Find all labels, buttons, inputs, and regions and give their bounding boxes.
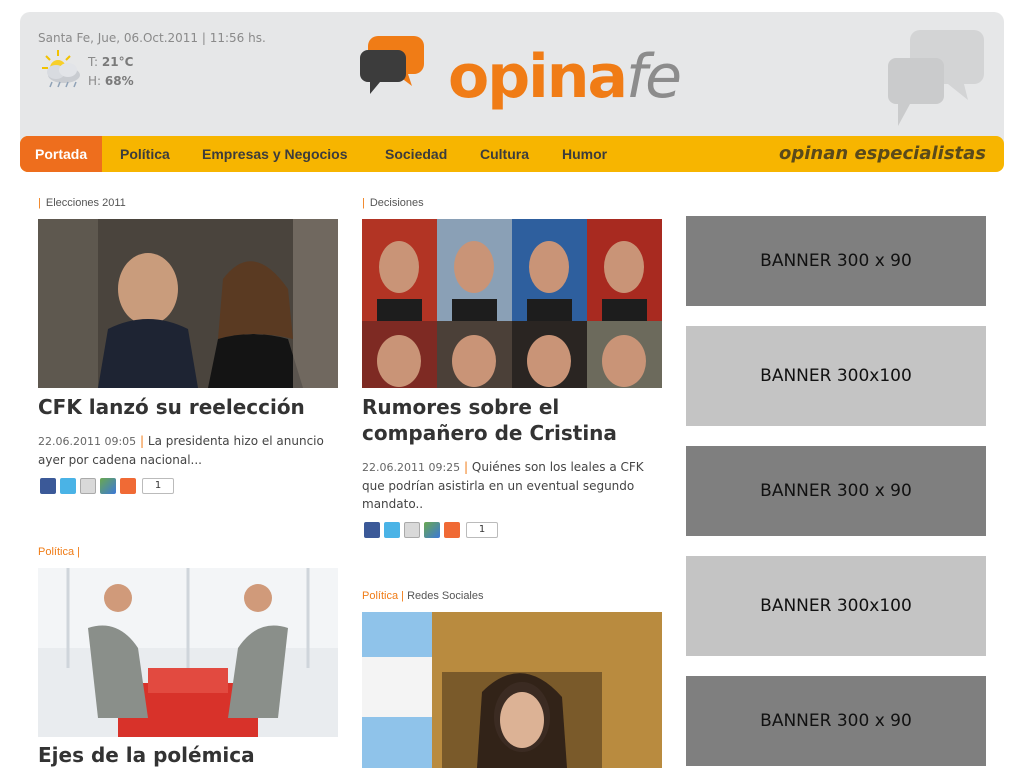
article-tag[interactable]: | Decisiones — [362, 197, 424, 209]
article-summary: 22.06.2011 09:05 | La presidenta hizo el… — [38, 432, 338, 469]
summary-separator: | — [140, 434, 145, 448]
tag-category: Política — [38, 546, 75, 558]
tag-label: Decisiones — [369, 197, 424, 209]
tag-category: Política — [362, 590, 399, 602]
weather-cloudy-sun-icon — [42, 50, 80, 88]
decorative-speech-bubbles-icon — [888, 30, 984, 126]
article-tag[interactable]: Política | Redes Sociales — [362, 590, 484, 602]
logo-opina: opina — [448, 42, 628, 112]
photo-cfk-applause — [38, 219, 338, 388]
bookmark-icon[interactable] — [100, 478, 116, 494]
email-icon[interactable] — [404, 522, 420, 538]
bookmark-icon[interactable] — [424, 522, 440, 538]
humidity-label: H: — [88, 74, 102, 88]
tag-separator: | — [362, 197, 365, 209]
nav-humor[interactable]: Humor — [562, 136, 607, 172]
article-tag[interactable]: Política | — [38, 546, 80, 558]
article-headline[interactable]: Ejes de la polémica — [38, 742, 338, 768]
logo-wordmark: opinafe — [448, 42, 682, 112]
weather-readout: T: 21°C H: 68% — [88, 53, 134, 91]
twitter-icon[interactable] — [384, 522, 400, 538]
photo-candidates-grid — [362, 219, 662, 388]
nav-cultura[interactable]: Cultura — [480, 136, 529, 172]
article-photo[interactable] — [362, 219, 662, 388]
summary-separator: | — [464, 460, 469, 474]
opinan-especialistas-link[interactable]: opinan especialistas — [779, 136, 986, 172]
temp-value: 21°C — [101, 55, 134, 69]
article-headline[interactable]: CFK lanzó su reelección — [38, 394, 338, 420]
main-nav: Portada Política Empresas y Negocios Soc… — [20, 136, 1004, 172]
nav-politica[interactable]: Política — [120, 136, 170, 172]
share-bar: 1 — [40, 478, 174, 494]
email-icon[interactable] — [80, 478, 96, 494]
article-headline[interactable]: Rumores sobre el compañero de Cristina — [362, 394, 672, 446]
article-photo[interactable] — [38, 219, 338, 388]
temp-label: T: — [88, 55, 99, 69]
article-photo[interactable] — [38, 568, 338, 737]
site-header: Santa Fe, Jue, 06.Oct.2011 | 11:56 hs. T… — [20, 12, 1004, 172]
ad-banner[interactable]: BANNER 300 x 90 — [686, 446, 986, 536]
ad-banner[interactable]: BANNER 300x100 — [686, 556, 986, 656]
photo-mirrored-man — [38, 568, 338, 737]
share-counter: 1 — [466, 522, 498, 538]
share-plus-icon[interactable] — [444, 522, 460, 538]
tag-label: Elecciones 2011 — [45, 197, 126, 209]
article-tag[interactable]: | Elecciones 2011 — [38, 197, 126, 209]
share-counter: 1 — [142, 478, 174, 494]
tag-label: Redes Sociales — [407, 590, 484, 602]
tag-separator: | — [401, 590, 404, 602]
photo-cfk-flag — [362, 612, 662, 768]
ad-banner[interactable]: BANNER 300 x 90 — [686, 676, 986, 766]
nav-sociedad[interactable]: Sociedad — [385, 136, 447, 172]
share-bar: 1 — [364, 522, 498, 538]
logo-fe: fe — [625, 42, 682, 112]
humidity-value: 68% — [104, 74, 134, 88]
share-plus-icon[interactable] — [120, 478, 136, 494]
ad-banner[interactable]: BANNER 300 x 90 — [686, 216, 986, 306]
tag-separator: | — [38, 197, 41, 209]
twitter-icon[interactable] — [60, 478, 76, 494]
logo-bubbles-icon — [360, 36, 424, 94]
tag-separator: | — [77, 546, 80, 558]
facebook-icon[interactable] — [40, 478, 56, 494]
nav-portada[interactable]: Portada — [20, 136, 103, 172]
article-timestamp: 22.06.2011 09:05 — [38, 435, 137, 448]
article-photo[interactable] — [362, 612, 662, 768]
dateline: Santa Fe, Jue, 06.Oct.2011 | 11:56 hs. — [38, 31, 266, 45]
facebook-icon[interactable] — [364, 522, 380, 538]
ad-banner[interactable]: BANNER 300x100 — [686, 326, 986, 426]
nav-empresas-negocios[interactable]: Empresas y Negocios — [202, 136, 348, 172]
site-logo[interactable]: opinafe — [360, 28, 682, 118]
article-timestamp: 22.06.2011 09:25 — [362, 461, 461, 474]
article-summary: 22.06.2011 09:25 | Quiénes son los leale… — [362, 458, 662, 513]
